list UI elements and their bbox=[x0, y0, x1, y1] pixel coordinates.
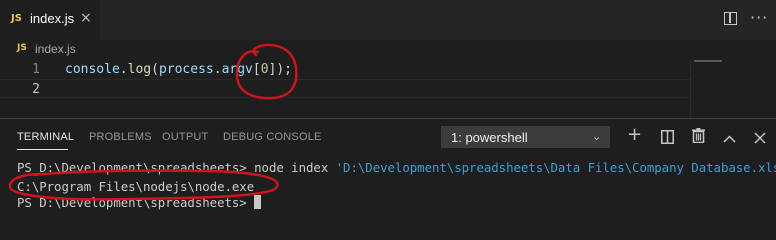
token: . bbox=[119, 62, 128, 77]
code-editor[interactable]: 1 console.log(process.argv[0]); 2 bbox=[0, 60, 776, 118]
split-editor-icon[interactable] bbox=[724, 12, 737, 25]
token: [ bbox=[252, 62, 261, 77]
terminal-cursor[interactable] bbox=[254, 195, 262, 209]
code-text: console.log(process.argv[0]); bbox=[65, 60, 292, 79]
breadcrumb: JS index.js bbox=[0, 40, 776, 60]
terminal-line: PS D:\Development\spreadsheets> node ind… bbox=[17, 160, 776, 175]
terminal-prompt: PS D:\Development\spreadsheets> bbox=[17, 160, 255, 175]
editor-tab-bar: JS index.js × ··· bbox=[0, 0, 776, 40]
token: argv bbox=[221, 62, 253, 77]
more-actions-icon[interactable]: ··· bbox=[750, 8, 768, 27]
code-line: 1 console.log(process.argv[0]); bbox=[0, 60, 690, 79]
javascript-file-icon: JS bbox=[11, 13, 22, 24]
terminal-line: C:\Program Files\nodejs\node.exe bbox=[17, 179, 254, 194]
tab-debug-console[interactable]: DEBUG CONSOLE bbox=[223, 131, 322, 143]
terminal-line: PS D:\Development\spreadsheets> bbox=[17, 195, 262, 210]
tab-output[interactable]: OUTPUT bbox=[162, 131, 208, 143]
close-icon[interactable]: × bbox=[80, 10, 92, 26]
terminal-prompt: PS D:\Development\spreadsheets> bbox=[17, 195, 255, 210]
token: process bbox=[158, 62, 214, 77]
line-number: 2 bbox=[32, 82, 40, 97]
terminal-command: node index bbox=[254, 160, 336, 175]
active-tab-indicator bbox=[17, 149, 68, 150]
terminal-output: C:\Program Files\nodejs\node.exe bbox=[17, 179, 255, 194]
token: ]); bbox=[268, 62, 293, 77]
add-terminal-icon[interactable]: + bbox=[627, 124, 642, 145]
token: . bbox=[213, 62, 222, 77]
maximize-panel-icon[interactable] bbox=[723, 129, 736, 148]
tab-title: index.js bbox=[30, 11, 75, 26]
chevron-down-icon: ⌄ bbox=[592, 130, 602, 143]
tab-terminal[interactable]: TERMINAL bbox=[17, 131, 74, 143]
javascript-file-icon: JS bbox=[17, 43, 27, 53]
tab-index-js[interactable]: JS index.js × bbox=[0, 0, 100, 40]
close-icon[interactable] bbox=[754, 129, 766, 148]
terminal-argument: 'D:\Development\spreadsheets\Data Files\… bbox=[335, 160, 776, 175]
token: log bbox=[127, 62, 152, 77]
minimap[interactable] bbox=[694, 60, 722, 62]
split-terminal-icon[interactable] bbox=[661, 129, 674, 148]
token: ( bbox=[151, 62, 159, 77]
line-number: 1 bbox=[32, 62, 40, 77]
token: console bbox=[65, 62, 120, 77]
breadcrumb-file[interactable]: index.js bbox=[35, 42, 76, 56]
code-line-current: 2 bbox=[0, 79, 690, 98]
editor-ruler bbox=[690, 60, 691, 118]
token: 0 bbox=[260, 62, 269, 77]
terminal-select-value: 1: powershell bbox=[451, 130, 528, 145]
trash-icon[interactable] bbox=[692, 128, 705, 147]
terminal-select[interactable]: 1: powershell ⌄ bbox=[441, 126, 610, 148]
bottom-panel: TERMINAL PROBLEMS OUTPUT DEBUG CONSOLE 1… bbox=[0, 118, 776, 227]
tab-problems[interactable]: PROBLEMS bbox=[89, 131, 152, 143]
